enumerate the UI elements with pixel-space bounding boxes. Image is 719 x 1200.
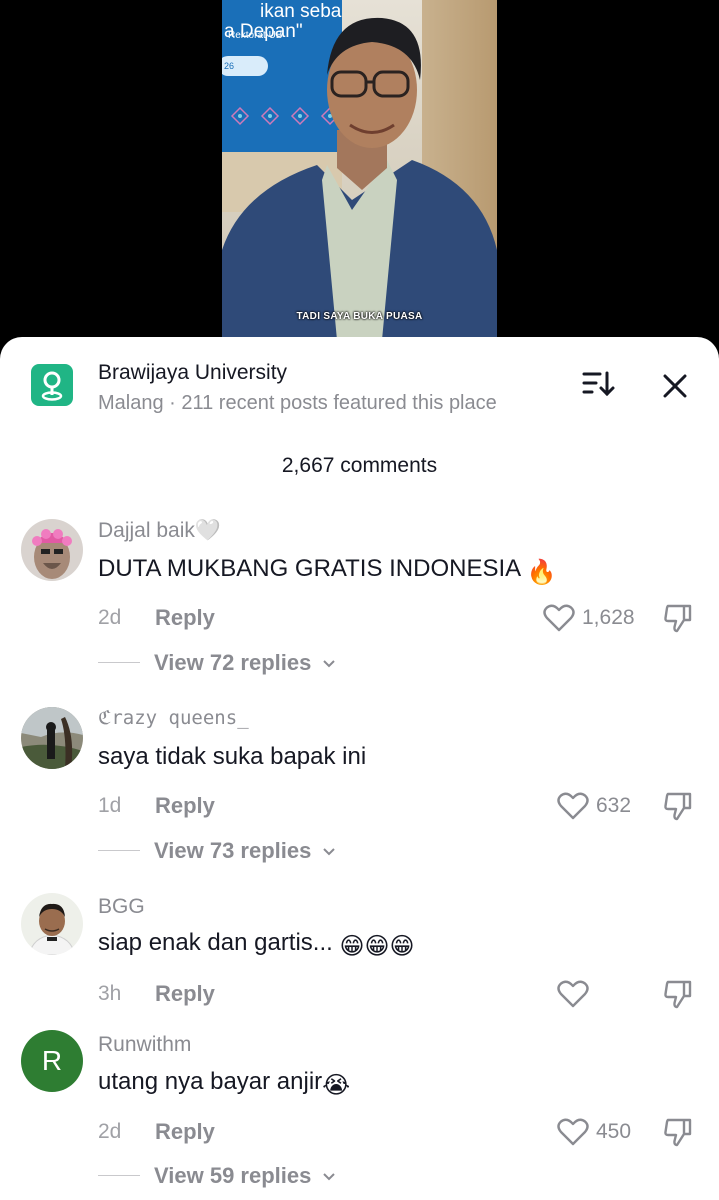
place-title[interactable]: Brawijaya University [98, 361, 287, 385]
view-replies-label: View 73 replies [154, 838, 312, 863]
heart-icon[interactable] [557, 980, 589, 1008]
divider [98, 850, 140, 851]
close-icon[interactable] [660, 371, 690, 401]
view-replies-button[interactable]: View 59 replies [154, 1163, 336, 1189]
comment-time: 2d [98, 1120, 122, 1143]
thumbs-down-icon[interactable] [662, 602, 694, 634]
reply-button[interactable]: Reply [155, 793, 215, 819]
view-replies-label: View 72 replies [154, 650, 312, 675]
avatar[interactable] [21, 707, 83, 769]
fire-emoji: 🔥 [526, 559, 557, 586]
speaker-figure [222, 17, 497, 340]
chevron-down-icon [322, 660, 335, 668]
sort-icon[interactable] [580, 369, 616, 399]
comment-username[interactable]: Dajjal baik🤍 [98, 519, 221, 543]
location-pin-icon [31, 364, 73, 406]
avatar[interactable] [21, 893, 83, 955]
reply-button[interactable]: Reply [155, 1119, 215, 1145]
place-subtitle: Malang · 211 recent posts featured this … [98, 392, 497, 414]
video-frame: ikan seba a Depan" Rektorat UB 26 TADI S… [222, 0, 497, 340]
comments-sheet: Brawijaya University Malang · 211 recent… [0, 337, 719, 1200]
comment-text: saya tidak suka bapak ini [98, 743, 367, 770]
video-player[interactable]: ikan seba a Depan" Rektorat UB 26 TADI S… [0, 0, 719, 340]
avatar[interactable] [21, 519, 83, 581]
comment-time: 3h [98, 982, 122, 1005]
reply-button[interactable]: Reply [155, 605, 215, 631]
comment-username[interactable]: ℭrazy queens_ [98, 707, 249, 729]
like-count: 1,628 [582, 606, 635, 629]
chevron-down-icon [322, 848, 335, 856]
comment-text-content: siap enak dan gartis... [98, 929, 333, 956]
comment-text: siap enak dan gartis... 😁😁😁 [98, 929, 415, 961]
crying-emoji: 😭 [322, 1072, 351, 1099]
video-caption: TADI SAYA BUKA PUASA [296, 311, 423, 322]
comment-username[interactable]: BGG [98, 895, 145, 919]
view-replies-label: View 59 replies [154, 1163, 312, 1188]
divider [98, 1175, 140, 1176]
view-replies-button[interactable]: View 72 replies [154, 650, 336, 676]
thumbs-down-icon[interactable] [662, 790, 694, 822]
heart-icon[interactable] [557, 792, 589, 820]
comment-text: utang nya bayar anjir😭 [98, 1068, 350, 1100]
comment-item: R Runwithm utang nya bayar anjir😭 2d Rep… [0, 1029, 719, 1200]
thumbs-down-icon[interactable] [662, 1116, 694, 1148]
reply-button[interactable]: Reply [155, 981, 215, 1007]
heart-icon[interactable] [543, 604, 575, 632]
comment-item: Dajjal baik🤍 DUTA MUKBANG GRATIS INDONES… [0, 515, 719, 685]
chevron-down-icon [322, 1173, 335, 1181]
like-count: 450 [596, 1120, 632, 1143]
comment-item: BGG siap enak dan gartis... 😁😁😁 3h Reply [0, 891, 719, 1011]
like-count: 632 [596, 794, 632, 817]
place-header[interactable]: Brawijaya University Malang · 211 recent… [0, 337, 719, 437]
comment-text-content: DUTA MUKBANG GRATIS INDONESIA [98, 555, 520, 582]
comments-count: 2,667 comments [281, 454, 438, 477]
comment-text-content: utang nya bayar anjir [98, 1068, 323, 1095]
comment-username[interactable]: Runwithm [98, 1033, 191, 1057]
comment-text: DUTA MUKBANG GRATIS INDONESIA 🔥 [98, 555, 556, 587]
avatar[interactable]: R [21, 1030, 83, 1092]
avatar-letter: R [41, 1045, 63, 1076]
thumbs-down-icon[interactable] [662, 978, 694, 1010]
comment-time: 2d [98, 606, 122, 629]
view-replies-button[interactable]: View 73 replies [154, 838, 336, 864]
divider [98, 662, 140, 663]
comment-time: 1d [98, 794, 122, 817]
grin-emoji: 😁😁😁 [339, 933, 415, 960]
comment-item: ℭrazy queens_ saya tidak suka bapak ini … [0, 703, 719, 873]
heart-icon[interactable] [557, 1118, 589, 1146]
